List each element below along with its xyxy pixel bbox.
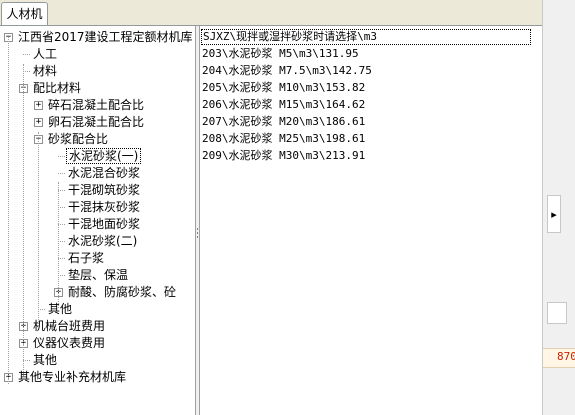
- tree-node-label: 卵石混凝土配合比: [48, 115, 145, 129]
- tree-node[interactable]: 水泥砂浆(二): [66, 233, 139, 250]
- tree-node[interactable]: 垫层、保温: [66, 267, 130, 284]
- tree-node[interactable]: 水泥砂浆(一): [66, 148, 142, 165]
- tree-node-label: 耐酸、防腐砂浆、砼: [68, 285, 177, 299]
- tree-node[interactable]: 机械台班费用: [31, 318, 107, 335]
- tree-node-label: 砂浆配合比: [48, 132, 109, 146]
- tree-node-label: 干混砌筑砂浆: [68, 183, 141, 197]
- tree-node[interactable]: 配比材料: [31, 80, 83, 97]
- tree-connector-line: [58, 224, 65, 225]
- tree-node[interactable]: 卵石混凝土配合比: [46, 114, 146, 131]
- tree-node[interactable]: 江西省2017建设工程定额材机库: [16, 29, 195, 46]
- tree-connector-line: [23, 64, 24, 376]
- tree-node[interactable]: 干混抹灰砂浆: [66, 199, 142, 216]
- tree-node[interactable]: 干混地面砂浆: [66, 216, 142, 233]
- tree-node-label: 机械台班费用: [33, 319, 106, 333]
- material-list[interactable]: SJXZ\现拌或湿拌砂浆时请选择\m3 203\水泥砂浆 M5\m3\131.95…: [199, 26, 543, 415]
- tree-connector-line: [58, 275, 65, 276]
- list-item[interactable]: 207\水泥砂浆 M20\m3\186.61: [202, 114, 365, 130]
- list-item[interactable]: SJXZ\现拌或湿拌砂浆时请选择\m3: [201, 29, 531, 45]
- tree-node-label: 其他: [48, 302, 73, 316]
- tree-node-label: 其他专业补充材机库: [18, 370, 127, 384]
- tree-node-label: 干混地面砂浆: [68, 217, 141, 231]
- tree-node[interactable]: 人工: [31, 46, 59, 63]
- tree-node-label: 仪器仪表费用: [33, 336, 106, 350]
- tree-connector-line: [58, 190, 65, 191]
- tree-node[interactable]: 其他专业补充材机库: [16, 369, 128, 386]
- tree-connector-line: [38, 132, 39, 326]
- tab-rencaiji[interactable]: 人材机: [1, 2, 48, 25]
- tree-node-label: 材料: [33, 64, 58, 78]
- tree-node-label: 水泥混合砂浆: [68, 166, 141, 180]
- tree-node[interactable]: 碎石混凝土配合比: [46, 97, 146, 114]
- category-tree[interactable]: 江西省2017建设工程定额材机库 − 人工 材料 配比材料 − 碎石混凝土配合比 + 卵石混凝土…: [0, 26, 196, 415]
- tree-node[interactable]: 其他: [46, 301, 74, 318]
- tree-node-label: 江西省2017建设工程定额材机库: [18, 30, 193, 44]
- list-item[interactable]: 205\水泥砂浆 M10\m3\153.82: [202, 80, 365, 96]
- tree-node[interactable]: 其他: [31, 352, 59, 369]
- tree-connector-line: [23, 54, 30, 55]
- tree-node-label: 其他: [33, 353, 58, 367]
- tree-node[interactable]: 耐酸、防腐砂浆、砼: [66, 284, 178, 301]
- expand-icon[interactable]: +: [34, 118, 43, 127]
- tree-connector-line: [38, 309, 45, 310]
- tree-connector-line: [23, 71, 30, 72]
- tree-node[interactable]: 干混砌筑砂浆: [66, 182, 142, 199]
- tree-node[interactable]: 石子浆: [66, 250, 106, 267]
- list-item[interactable]: 209\水泥砂浆 M30\m3\213.91: [202, 148, 365, 164]
- list-item[interactable]: 206\水泥砂浆 M15\m3\164.62: [202, 97, 365, 113]
- side-value-text: 870: [557, 350, 575, 363]
- tree-connector-line: [58, 258, 65, 259]
- tree-connector-line: [58, 207, 65, 208]
- tree-node-label: 水泥砂浆(二): [68, 234, 138, 248]
- right-panel-edge: ▸ 870: [542, 0, 575, 415]
- tree-node-label: 垫层、保温: [68, 268, 129, 282]
- list-item[interactable]: 203\水泥砂浆 M5\m3\131.95: [202, 46, 359, 62]
- list-item[interactable]: 208\水泥砂浆 M25\m3\198.61: [202, 131, 365, 147]
- expand-arrow-button[interactable]: ▸: [547, 195, 561, 233]
- tree-connector-line: [8, 37, 9, 384]
- tree-node-label: 石子浆: [68, 251, 105, 265]
- tree-node[interactable]: 砂浆配合比: [46, 131, 110, 148]
- tree-node[interactable]: 水泥混合砂浆: [66, 165, 142, 182]
- splitter-grip: [197, 232, 198, 234]
- tree-connector-line: [58, 182, 59, 308]
- tree-node-label: 配比材料: [33, 81, 82, 95]
- tree-node-label: 水泥砂浆(一): [66, 148, 142, 164]
- tree-node-label: 人工: [33, 47, 58, 61]
- tab-bar: 人材机: [0, 0, 542, 26]
- tree-node[interactable]: 仪器仪表费用: [31, 335, 107, 352]
- side-input-box[interactable]: [547, 302, 567, 324]
- tree-connector-line: [23, 360, 30, 361]
- tree-node-label: 碎石混凝土配合比: [48, 98, 145, 112]
- splitter-grip: [197, 236, 198, 238]
- splitter-grip: [197, 228, 198, 230]
- tree-node[interactable]: 材料: [31, 63, 59, 80]
- tree-connector-line: [58, 173, 65, 174]
- tree-node-label: 干混抹灰砂浆: [68, 200, 141, 214]
- tree-connector-line: [58, 156, 65, 157]
- list-item[interactable]: 204\水泥砂浆 M7.5\m3\142.75: [202, 63, 372, 79]
- tree-connector-line: [58, 241, 65, 242]
- expand-icon[interactable]: +: [34, 101, 43, 110]
